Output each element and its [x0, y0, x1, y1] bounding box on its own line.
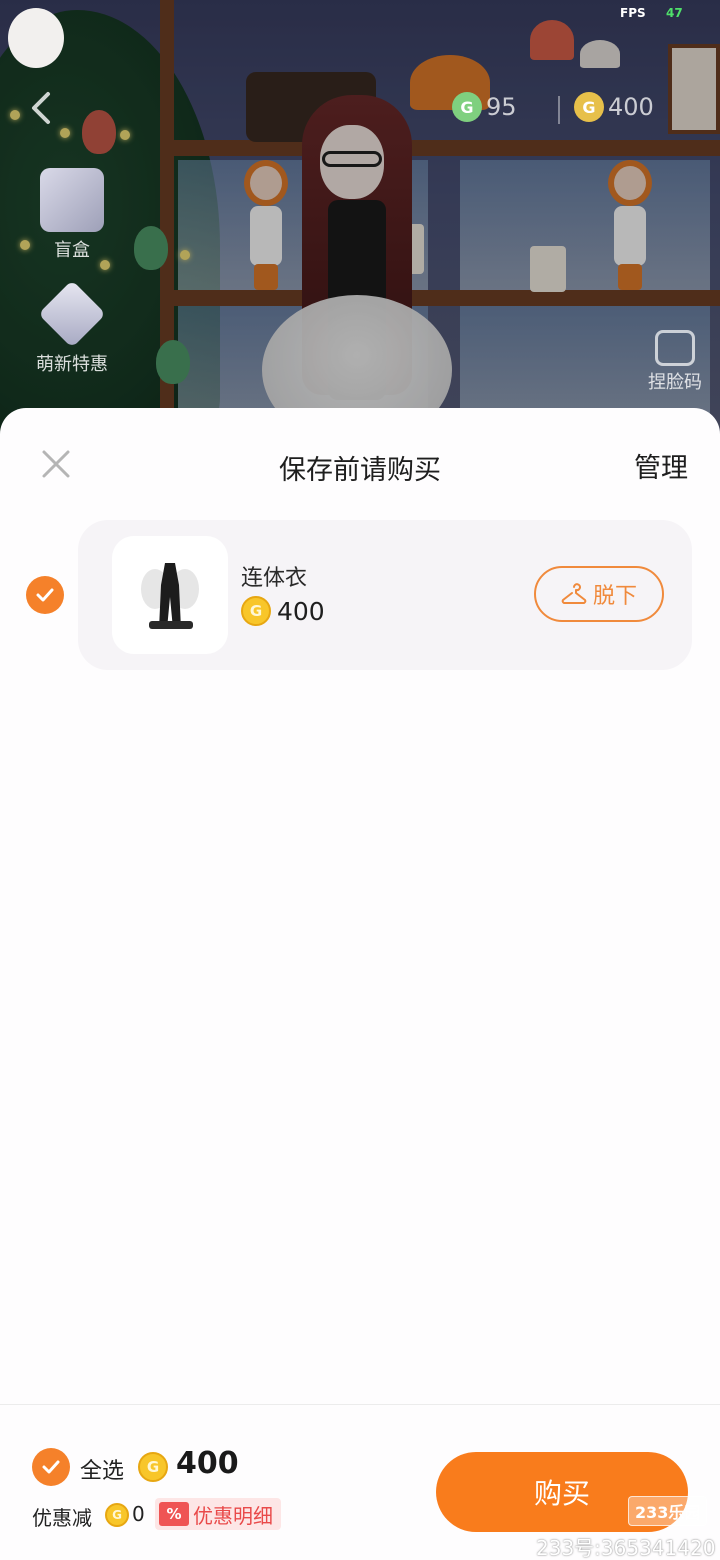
discount-detail-link[interactable]: % 优惠明细 [155, 1498, 281, 1530]
discount-value: 0 [132, 1502, 145, 1526]
take-off-button[interactable]: 脱下 [534, 566, 664, 622]
diamond-icon [38, 280, 106, 348]
item-price-value: 400 [277, 596, 325, 626]
gold-currency-value: 400 [608, 93, 654, 121]
newbie-deal-label: 萌新特惠 [36, 354, 108, 375]
hanger-icon [561, 583, 587, 604]
item-card[interactable]: 连体衣 G 400 脱下 [78, 520, 692, 670]
blind-box-button[interactable]: 盲盒 [24, 168, 120, 262]
blind-box-label: 盲盒 [54, 240, 90, 261]
watermark-logo: 233乐园 [628, 1496, 708, 1526]
discount-detail-label: 优惠明细 [193, 1503, 273, 1528]
total-price: 400 [176, 1446, 239, 1481]
face-code-button[interactable]: 捏脸码 [640, 330, 710, 394]
item-select-checkbox[interactable] [26, 576, 64, 614]
deer-mascot-icon [8, 8, 64, 68]
green-currency[interactable]: G 95 [452, 92, 517, 122]
face-code-label: 捏脸码 [648, 372, 702, 393]
sheet-title: 保存前请购买 [279, 455, 441, 486]
back-icon[interactable] [24, 88, 60, 128]
game-scene: FPS 47 G 95 G 400 盲盒 萌新特惠 捏脸码 [0, 0, 720, 440]
coin-icon: G [574, 92, 604, 122]
item-price: G 400 [241, 596, 325, 626]
select-all-checkbox[interactable] [32, 1448, 70, 1486]
discount-badge: % [159, 1502, 189, 1526]
item-thumbnail [112, 536, 228, 654]
fps-value: 47 [666, 6, 683, 20]
select-all-label[interactable]: 全选 [80, 1453, 124, 1485]
coin-icon: G [105, 1503, 129, 1527]
footer-divider [0, 1404, 720, 1405]
fps-label: FPS [620, 6, 646, 20]
green-currency-value: 95 [486, 93, 517, 121]
discount-label: 优惠减 [32, 1506, 92, 1530]
purchase-sheet: 保存前请购买 管理 连体衣 G 400 脱下 全选 G 400 优惠减 G 0 … [0, 408, 720, 1560]
gift-box-icon [40, 168, 104, 232]
take-off-label: 脱下 [592, 584, 637, 609]
manage-button[interactable]: 管理 [634, 446, 688, 485]
coin-icon: G [138, 1452, 168, 1482]
face-scan-icon [655, 330, 695, 366]
item-name: 连体衣 [241, 566, 308, 591]
coin-icon: G [241, 596, 271, 626]
check-icon [36, 588, 54, 602]
gold-currency[interactable]: G 400 [574, 92, 654, 122]
newbie-deal-button[interactable]: 萌新特惠 [24, 280, 120, 376]
cart-item: 连体衣 G 400 脱下 [0, 520, 720, 672]
jumpsuit-image [141, 563, 199, 629]
currency-divider [558, 96, 560, 124]
green-coin-icon: G [452, 92, 482, 122]
check-icon [42, 1460, 60, 1474]
watermark-id: 233号:365341420 [536, 1536, 716, 1560]
